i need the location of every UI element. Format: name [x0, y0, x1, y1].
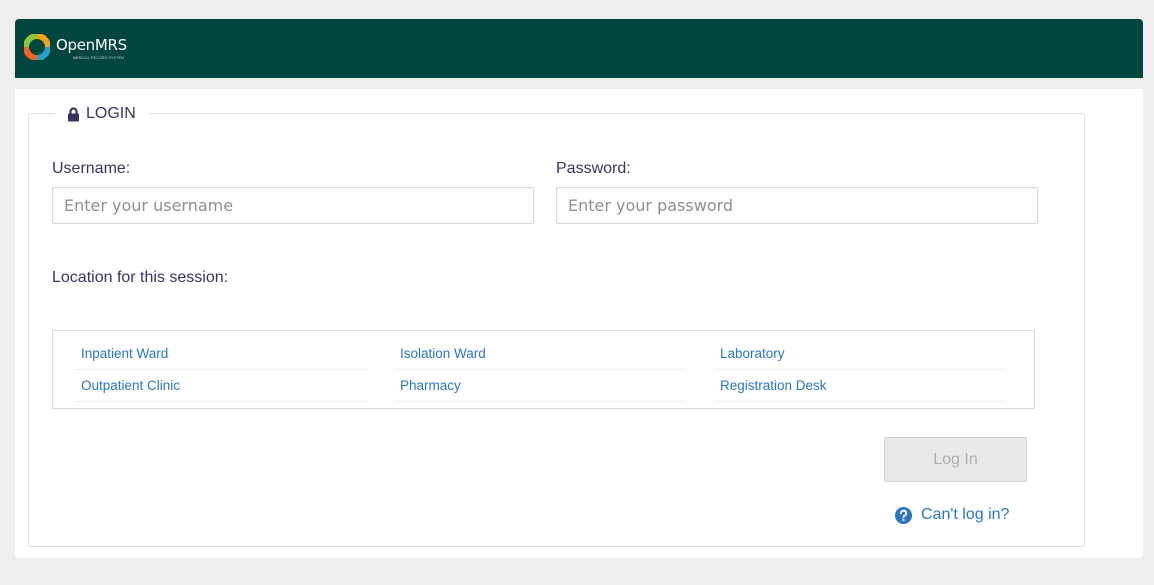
login-panel: LOGIN Username: Password: Location for t… [15, 89, 1143, 558]
login-button[interactable]: Log In [884, 437, 1027, 482]
location-list: Inpatient Ward Isolation Ward Laboratory… [52, 330, 1035, 409]
location-item-pharmacy[interactable]: Pharmacy [394, 370, 686, 402]
brand-tagline: MEDICAL RECORD SYSTEM [73, 56, 125, 60]
location-item-isolation-ward[interactable]: Isolation Ward [394, 338, 686, 370]
openmrs-logo[interactable]: OpenMRS MEDICAL RECORD SYSTEM [24, 34, 164, 64]
question-circle-icon [895, 506, 912, 524]
location-label: Location for this session: [52, 269, 229, 286]
login-legend-text: LOGIN [86, 105, 136, 122]
cant-login-text: Can't log in? [921, 506, 1010, 523]
app-header: OpenMRS MEDICAL RECORD SYSTEM [15, 19, 1143, 78]
location-item-registration-desk[interactable]: Registration Desk [714, 370, 1006, 402]
cant-login-link[interactable]: Can't log in? [895, 506, 1009, 524]
lock-icon [68, 106, 79, 121]
username-input[interactable] [52, 187, 534, 224]
login-fieldset: LOGIN Username: Password: Location for t… [28, 102, 1085, 547]
openmrs-logo-icon [24, 34, 50, 60]
location-item-outpatient-clinic[interactable]: Outpatient Clinic [75, 370, 367, 402]
password-input[interactable] [556, 187, 1038, 224]
location-item-laboratory[interactable]: Laboratory [714, 338, 1006, 370]
password-label: Password: [556, 160, 631, 177]
location-item-inpatient-ward[interactable]: Inpatient Ward [75, 338, 367, 370]
login-legend: LOGIN [55, 102, 148, 126]
username-label: Username: [52, 160, 131, 177]
brand-name: OpenMRS [56, 36, 127, 54]
